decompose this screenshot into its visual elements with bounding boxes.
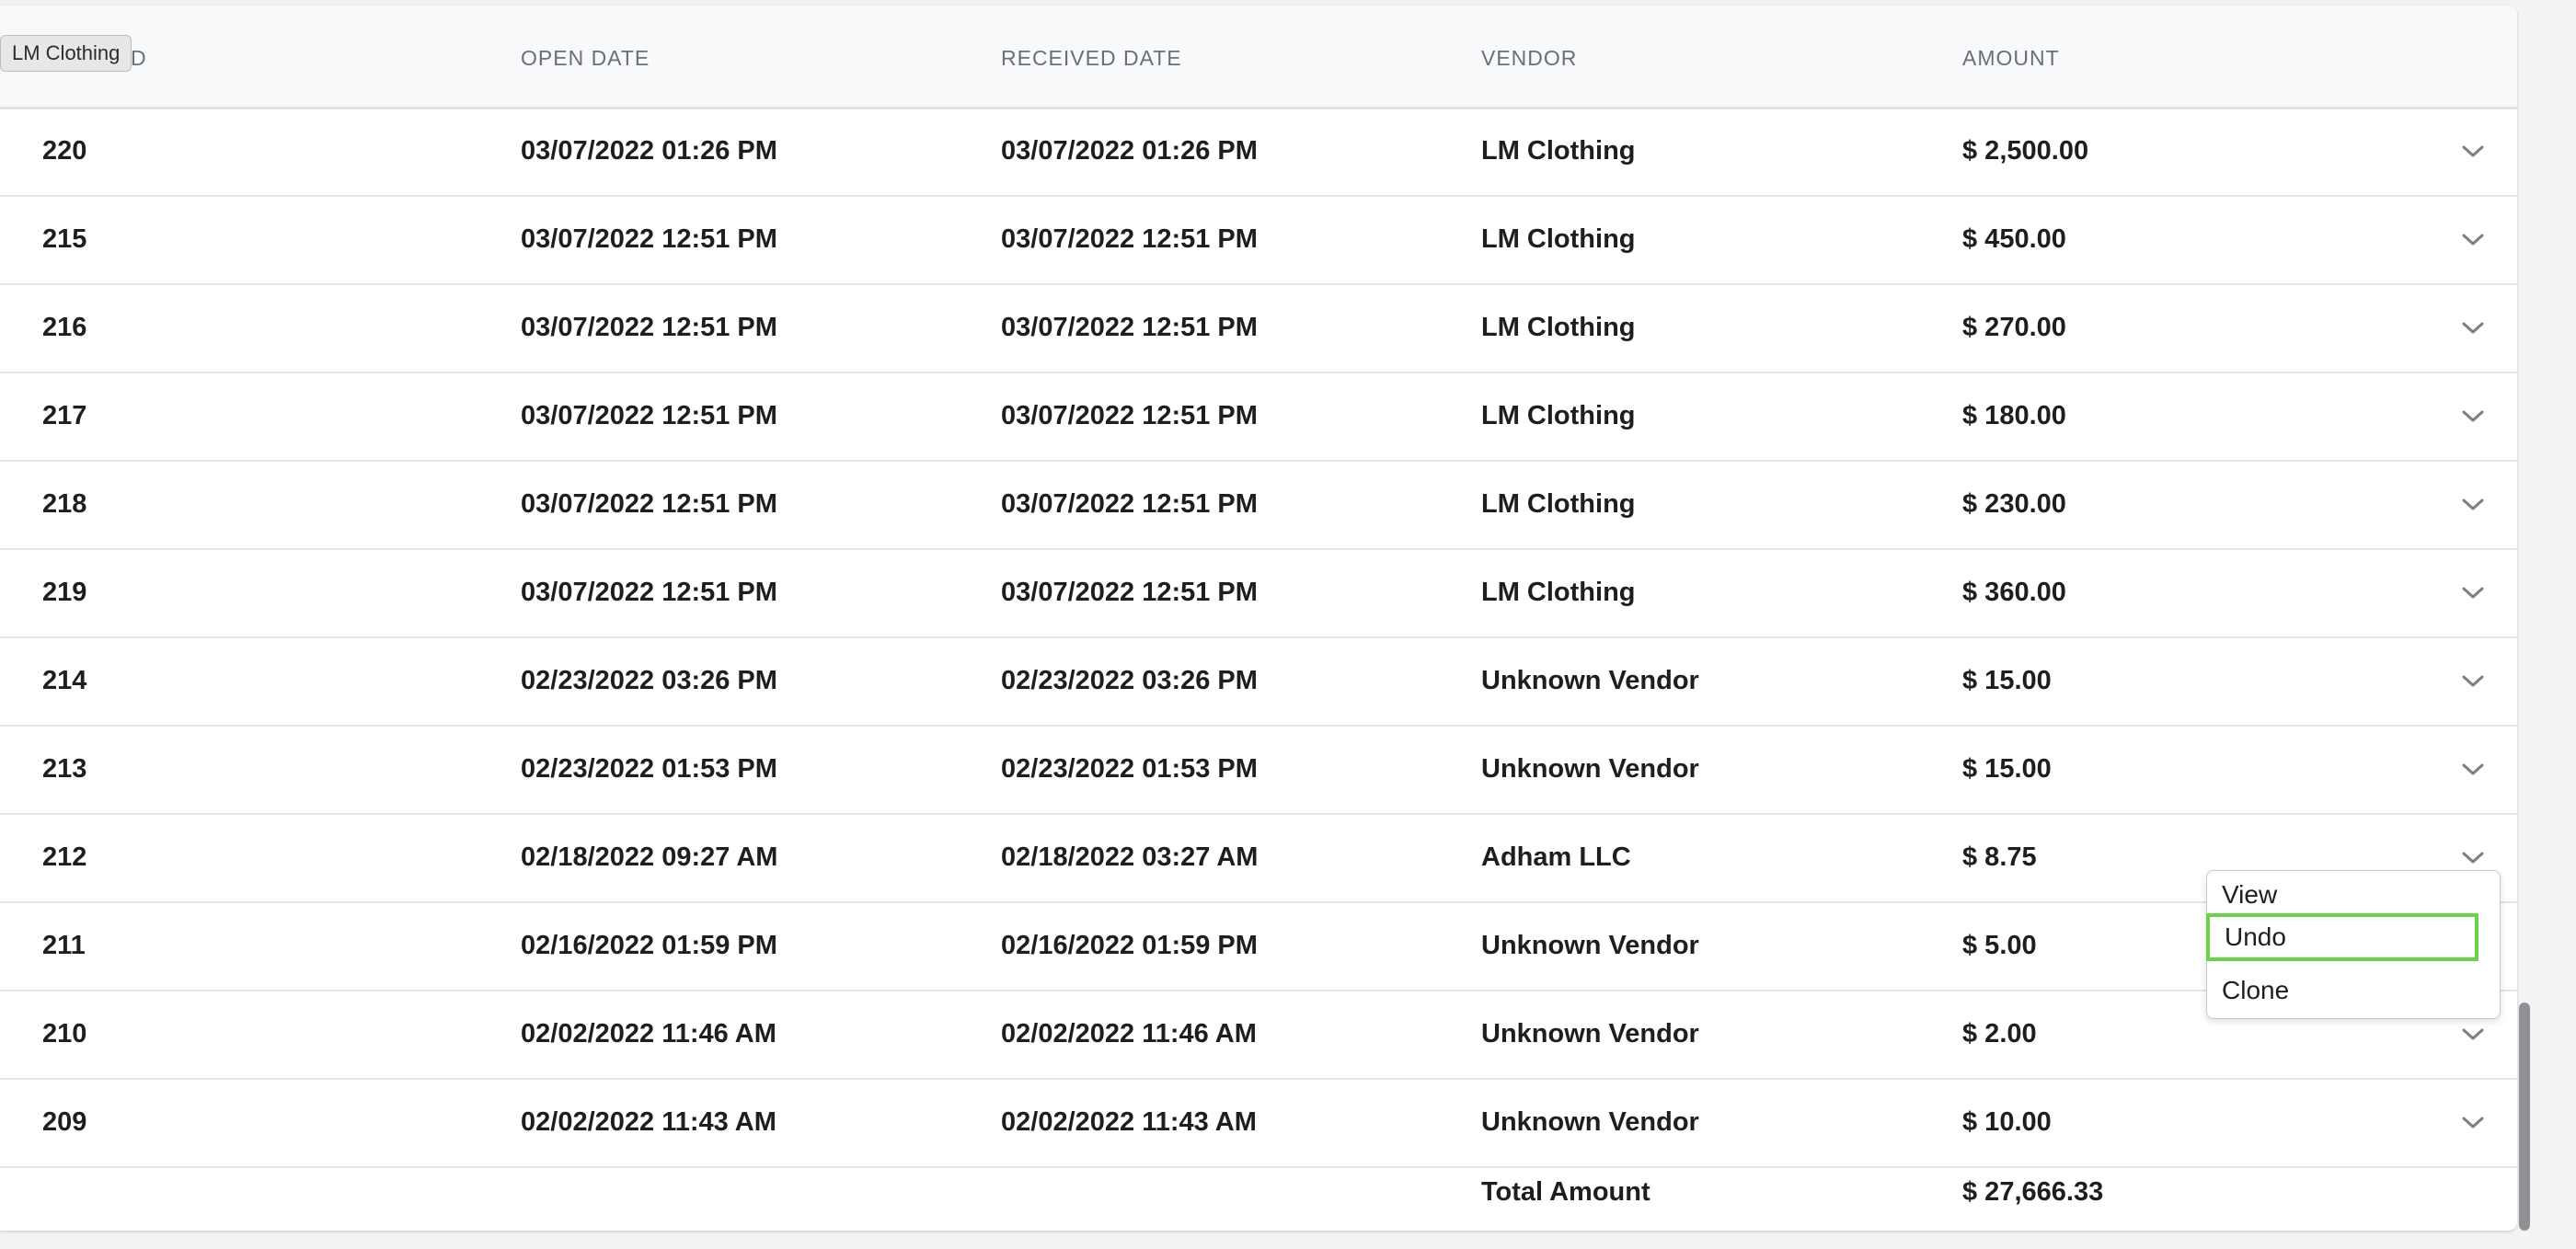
menu-item-undo[interactable]: Undo — [2206, 913, 2478, 961]
chevron-down-icon[interactable] — [2458, 670, 2488, 692]
row-vendor: Unknown Vendor — [1481, 754, 1699, 784]
row-id: 213 — [42, 754, 87, 784]
row-vendor: LM Clothing — [1481, 401, 1636, 430]
table-row[interactable]: 213 02/23/2022 01:53 PM 02/23/2022 01:53 P… — [0, 725, 2517, 815]
row-received-date: 02/23/2022 01:53 PM — [1001, 754, 1258, 784]
table-row[interactable]: 216 03/07/2022 12:51 PM 03/07/2022 12:51 P… — [0, 283, 2517, 373]
column-header-vendor[interactable]: VENDOR — [1481, 46, 1577, 71]
chevron-down-icon[interactable] — [2458, 316, 2488, 338]
row-vendor: Adham LLC — [1481, 842, 1631, 872]
row-amount: $ 360.00 — [1962, 578, 2066, 607]
row-open-date: 03/07/2022 12:51 PM — [521, 401, 777, 430]
chevron-down-icon[interactable] — [2458, 405, 2488, 427]
row-amount: $ 270.00 — [1962, 313, 2066, 342]
row-id: 216 — [42, 313, 87, 342]
row-open-date: 03/07/2022 01:26 PM — [521, 136, 777, 166]
row-id: 210 — [42, 1019, 87, 1048]
row-vendor: LM Clothing — [1481, 313, 1636, 342]
row-id: 218 — [42, 489, 87, 519]
row-received-date: 03/07/2022 12:51 PM — [1001, 578, 1258, 607]
row-amount: $ 8.75 — [1962, 842, 2037, 872]
menu-item-clone[interactable]: Clone — [2222, 967, 2289, 1014]
menu-item-view[interactable]: View — [2222, 871, 2277, 919]
row-amount: $ 180.00 — [1962, 401, 2066, 430]
row-action-menu: View Undo Clone — [2206, 870, 2501, 1019]
row-open-date: 02/16/2022 01:59 PM — [521, 931, 777, 960]
row-id: 219 — [42, 578, 87, 607]
chevron-down-icon[interactable] — [2458, 846, 2488, 868]
total-label: Total Amount — [1481, 1177, 1650, 1207]
chevron-down-icon[interactable] — [2458, 493, 2488, 515]
column-header-amount[interactable]: AMOUNT — [1962, 46, 2060, 71]
row-received-date: 02/16/2022 01:59 PM — [1001, 931, 1258, 960]
row-vendor: Unknown Vendor — [1481, 1019, 1699, 1048]
chevron-down-icon[interactable] — [2458, 1023, 2488, 1045]
table-row[interactable]: 219 03/07/2022 12:51 PM 03/07/2022 12:51 P… — [0, 548, 2517, 638]
transactions-table: D OPEN DATE RECEIVED DATE VENDOR AMOUNT … — [0, 6, 2517, 1231]
row-received-date: 03/07/2022 12:51 PM — [1001, 224, 1258, 254]
row-open-date: 02/02/2022 11:46 AM — [521, 1019, 776, 1048]
table-row[interactable]: 214 02/23/2022 03:26 PM 02/23/2022 03:26 P… — [0, 636, 2517, 727]
vendor-tooltip: LM Clothing — [0, 35, 132, 72]
row-vendor: Unknown Vendor — [1481, 931, 1699, 960]
table-row[interactable]: 215 03/07/2022 12:51 PM 03/07/2022 12:51 P… — [0, 195, 2517, 285]
row-vendor: LM Clothing — [1481, 224, 1636, 254]
chevron-down-icon[interactable] — [2458, 1111, 2488, 1133]
row-received-date: 03/07/2022 12:51 PM — [1001, 401, 1258, 430]
row-id: 212 — [42, 842, 87, 872]
chevron-down-icon[interactable] — [2458, 140, 2488, 162]
row-received-date: 03/07/2022 12:51 PM — [1001, 489, 1258, 519]
row-open-date: 02/23/2022 03:26 PM — [521, 666, 777, 695]
row-id: 217 — [42, 401, 87, 430]
vertical-scrollbar[interactable] — [2519, 1003, 2530, 1231]
row-amount: $ 2,500.00 — [1962, 136, 2089, 166]
row-received-date: 02/18/2022 03:27 AM — [1001, 842, 1259, 872]
row-vendor: Unknown Vendor — [1481, 666, 1699, 695]
row-amount: $ 15.00 — [1962, 666, 2052, 695]
table-row[interactable]: 210 02/02/2022 11:46 AM 02/02/2022 11:46 A… — [0, 990, 2517, 1080]
row-amount: $ 230.00 — [1962, 489, 2066, 519]
chevron-down-icon[interactable] — [2458, 581, 2488, 603]
row-amount: $ 5.00 — [1962, 931, 2037, 960]
row-vendor: LM Clothing — [1481, 578, 1636, 607]
column-header-received-date[interactable]: RECEIVED DATE — [1001, 46, 1182, 71]
row-open-date: 02/23/2022 01:53 PM — [521, 754, 777, 784]
row-id: 214 — [42, 666, 87, 695]
row-received-date: 03/07/2022 12:51 PM — [1001, 313, 1258, 342]
row-received-date: 03/07/2022 01:26 PM — [1001, 136, 1258, 166]
row-open-date: 03/07/2022 12:51 PM — [521, 224, 777, 254]
total-value: $ 27,666.33 — [1962, 1177, 2104, 1207]
chevron-down-icon[interactable] — [2458, 758, 2488, 780]
table-row[interactable]: 217 03/07/2022 12:51 PM 03/07/2022 12:51 P… — [0, 372, 2517, 462]
table-row[interactable]: 211 02/16/2022 01:59 PM 02/16/2022 01:59 P… — [0, 901, 2517, 991]
row-open-date: 03/07/2022 12:51 PM — [521, 489, 777, 519]
row-open-date: 03/07/2022 12:51 PM — [521, 313, 777, 342]
row-id: 220 — [42, 136, 87, 166]
row-amount: $ 450.00 — [1962, 224, 2066, 254]
column-header-open-date[interactable]: OPEN DATE — [521, 46, 650, 71]
chevron-down-icon[interactable] — [2458, 228, 2488, 250]
row-id: 211 — [42, 931, 86, 960]
row-vendor: LM Clothing — [1481, 136, 1636, 166]
row-received-date: 02/02/2022 11:46 AM — [1001, 1019, 1257, 1048]
total-row: Total Amount $ 27,666.33 — [0, 1148, 2517, 1231]
row-open-date: 03/07/2022 12:51 PM — [521, 578, 777, 607]
row-vendor: LM Clothing — [1481, 489, 1636, 519]
row-received-date: 02/23/2022 03:26 PM — [1001, 666, 1258, 695]
table-row[interactable]: 220 03/07/2022 01:26 PM 03/07/2022 01:26 P… — [0, 107, 2517, 197]
row-open-date: 02/18/2022 09:27 AM — [521, 842, 778, 872]
table-row[interactable]: 212 02/18/2022 09:27 AM 02/18/2022 03:27 A… — [0, 813, 2517, 903]
row-id: 215 — [42, 224, 87, 254]
table-row[interactable]: 218 03/07/2022 12:51 PM 03/07/2022 12:51 P… — [0, 460, 2517, 550]
row-amount: $ 15.00 — [1962, 754, 2052, 784]
column-header-id[interactable]: D — [131, 46, 147, 71]
row-amount: $ 2.00 — [1962, 1019, 2037, 1048]
table-header: D OPEN DATE RECEIVED DATE VENDOR AMOUNT — [0, 6, 2517, 109]
